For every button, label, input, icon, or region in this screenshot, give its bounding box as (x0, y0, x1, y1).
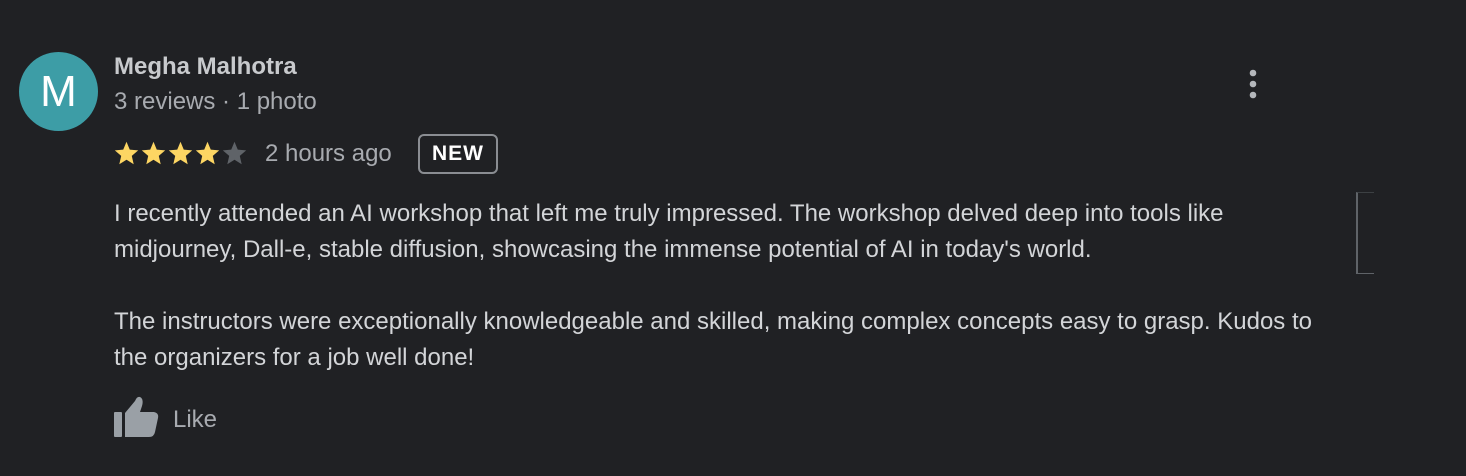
review-card: M Megha Malhotra 3 reviews · 1 photo 2 h… (0, 0, 1466, 476)
star-empty-icon (222, 141, 247, 165)
reviewer-name[interactable]: Megha Malhotra (114, 53, 297, 81)
like-button[interactable]: Like (114, 394, 244, 440)
star-filled-icon (114, 141, 139, 165)
scroll-indicator (1356, 192, 1374, 274)
review-paragraph: The instructors were exceptionally knowl… (114, 308, 1312, 371)
star-filled-icon (168, 141, 193, 165)
star-filled-icon (141, 141, 166, 165)
more-vertical-icon (1249, 69, 1257, 99)
star-filled-icon (195, 141, 220, 165)
rating-row: 2 hours ago NEW (113, 134, 813, 178)
review-text: I recently attended an AI workshop that … (114, 196, 1344, 376)
review-time: 2 hours ago (265, 140, 392, 167)
review-paragraph: I recently attended an AI workshop that … (114, 200, 1224, 263)
reviewer-meta: 3 reviews · 1 photo (114, 88, 317, 115)
avatar[interactable]: M (19, 52, 98, 131)
thumbs-up-icon (114, 396, 159, 437)
star-rating (113, 140, 248, 167)
more-options-button[interactable] (1238, 66, 1268, 102)
like-label: Like (173, 406, 218, 433)
new-badge: NEW (418, 134, 498, 174)
